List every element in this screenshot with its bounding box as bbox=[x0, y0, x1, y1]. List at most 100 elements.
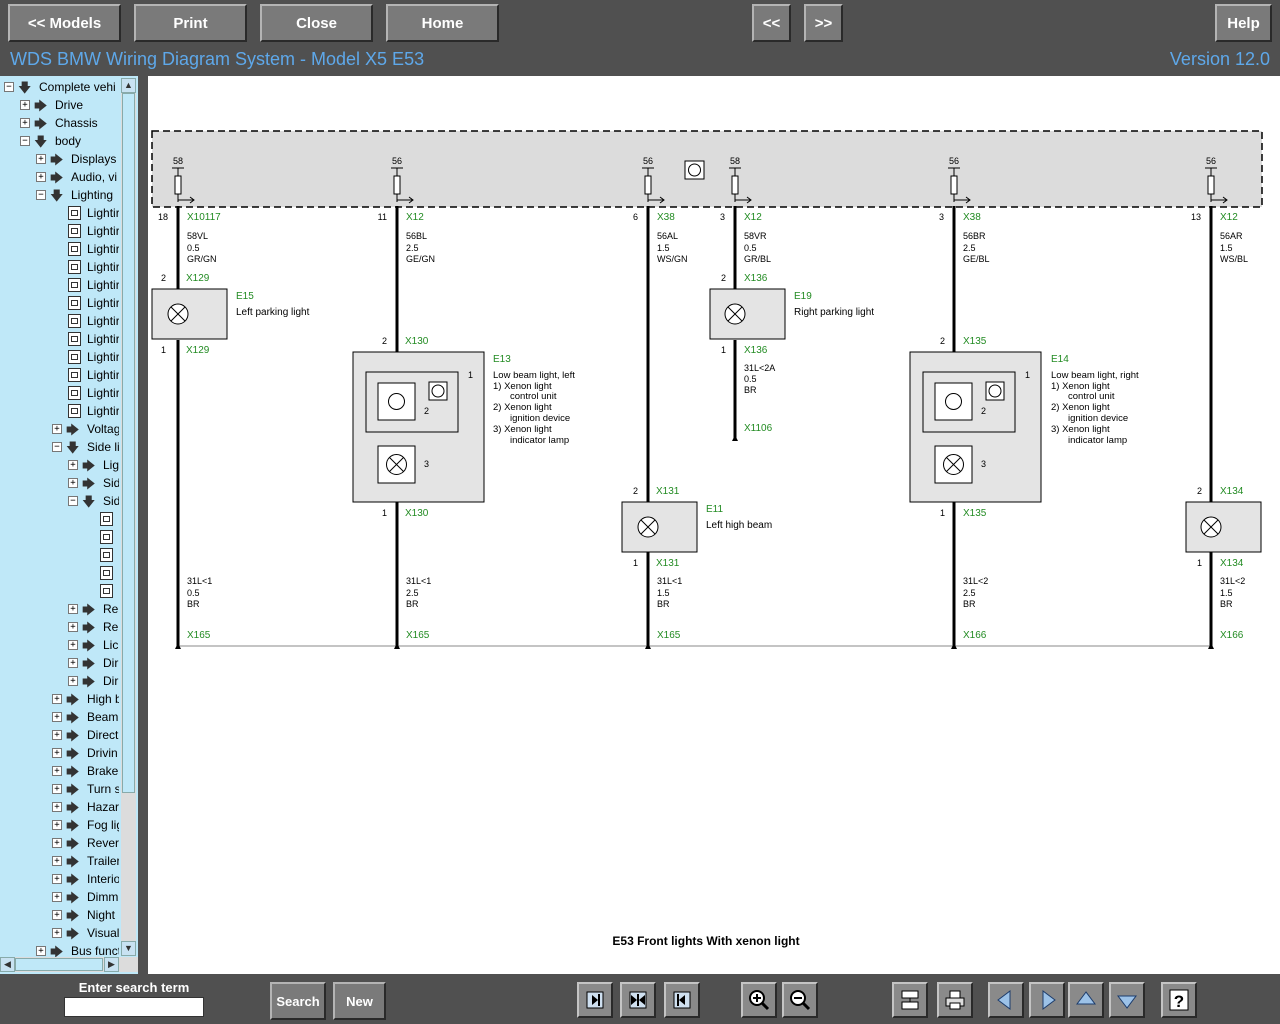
expand-icon[interactable]: + bbox=[52, 856, 62, 866]
fuse-rating: 56 bbox=[392, 156, 402, 166]
diagram-icon bbox=[68, 368, 81, 382]
tree-label: Lighting bbox=[71, 188, 114, 202]
pin-label: 1 bbox=[1025, 370, 1030, 380]
pin-label: 2 bbox=[424, 406, 429, 416]
help-icon-button[interactable]: ? bbox=[1161, 982, 1197, 1018]
collapse-icon[interactable]: − bbox=[4, 82, 14, 92]
fit-page-button[interactable] bbox=[620, 982, 656, 1018]
wire-code: 31L<1 bbox=[406, 576, 431, 586]
expand-icon[interactable]: + bbox=[52, 784, 62, 794]
previous-button[interactable]: << bbox=[752, 4, 791, 42]
scroll-right-icon[interactable]: ▶ bbox=[104, 957, 119, 972]
component-x134-lamp[interactable]: 2 X134 1 X134 bbox=[1185, 486, 1262, 569]
expand-icon[interactable]: + bbox=[68, 604, 78, 614]
scroll-thumb[interactable] bbox=[122, 93, 135, 793]
tree-label: Lightir bbox=[87, 314, 119, 328]
expand-icon[interactable]: + bbox=[52, 802, 62, 812]
collapse-icon[interactable]: − bbox=[20, 136, 30, 146]
expand-icon[interactable]: + bbox=[52, 838, 62, 848]
pin-label: 2 bbox=[161, 273, 166, 283]
expand-icon[interactable]: + bbox=[68, 640, 78, 650]
connector-label: X12 bbox=[1220, 212, 1238, 223]
first-page-button[interactable] bbox=[577, 982, 613, 1018]
tree-vertical-scrollbar[interactable]: ▲ ▼ bbox=[121, 78, 136, 956]
close-button[interactable]: Close bbox=[260, 4, 373, 42]
expand-icon[interactable]: + bbox=[68, 658, 78, 668]
last-page-button[interactable] bbox=[664, 982, 700, 1018]
expand-icon[interactable]: + bbox=[52, 712, 62, 722]
component-e13-low-beam-left[interactable]: 1 2 3 2 X130 1 X130 E13 Low beam light, … bbox=[352, 336, 575, 519]
expand-icon[interactable]: + bbox=[36, 172, 46, 182]
models-button[interactable]: << Models bbox=[8, 4, 121, 42]
expand-icon[interactable]: + bbox=[68, 622, 78, 632]
connector-label: X12 bbox=[406, 212, 424, 223]
tree-label: Re bbox=[103, 620, 119, 634]
help-button[interactable]: Help bbox=[1215, 4, 1272, 42]
diagram-icon bbox=[68, 350, 81, 364]
arrow-left-button[interactable] bbox=[988, 982, 1024, 1018]
expand-icon[interactable]: + bbox=[36, 946, 46, 956]
diagram-icon bbox=[68, 242, 81, 256]
component-e14-low-beam-right[interactable]: 1 2 3 2 X135 1 X135 E14 Low beam light, … bbox=[909, 336, 1139, 519]
pin-label: 2 bbox=[940, 336, 945, 346]
search-input[interactable] bbox=[64, 997, 204, 1017]
document-icon bbox=[100, 584, 113, 598]
tree-label: Complete vehi bbox=[39, 80, 116, 94]
print-page-button[interactable] bbox=[937, 982, 973, 1018]
collapse-icon[interactable]: − bbox=[52, 442, 62, 452]
arrow-right-button[interactable] bbox=[1029, 982, 1065, 1018]
next-button[interactable]: >> bbox=[804, 4, 843, 42]
fuse-icon bbox=[174, 175, 182, 195]
expand-icon[interactable]: + bbox=[68, 676, 78, 686]
legend-line: 3) Xenon light bbox=[1051, 424, 1110, 435]
expand-icon[interactable]: + bbox=[20, 118, 30, 128]
collapse-icon[interactable]: − bbox=[36, 190, 46, 200]
expand-icon[interactable]: + bbox=[52, 910, 62, 920]
expand-icon[interactable]: + bbox=[68, 478, 78, 488]
expand-icon[interactable]: + bbox=[68, 460, 78, 470]
expand-icon[interactable]: + bbox=[36, 154, 46, 164]
arrow-up-button[interactable] bbox=[1068, 982, 1104, 1018]
tree-label: Interio bbox=[87, 872, 119, 886]
expand-icon[interactable]: + bbox=[52, 424, 62, 434]
expand-icon[interactable]: + bbox=[52, 874, 62, 884]
component-e11-left-high-beam[interactable]: 2 X131 1 X131 E11 Left high beam bbox=[621, 486, 772, 569]
overview-button[interactable] bbox=[892, 982, 928, 1018]
home-button[interactable]: Home bbox=[386, 4, 499, 42]
new-button[interactable]: New bbox=[333, 982, 386, 1020]
wire-size: 1.5 bbox=[1220, 243, 1233, 253]
expand-icon[interactable]: + bbox=[52, 748, 62, 758]
fuse-rating: 56 bbox=[949, 156, 959, 166]
wire-size: 2.5 bbox=[963, 243, 976, 253]
expand-icon[interactable]: + bbox=[52, 766, 62, 776]
expand-icon[interactable]: + bbox=[52, 892, 62, 902]
expand-icon[interactable]: + bbox=[52, 820, 62, 830]
zoom-out-icon bbox=[790, 990, 811, 1011]
zoom-out-button[interactable] bbox=[782, 982, 818, 1018]
pin-label: 1 bbox=[721, 345, 726, 355]
connector-label: X12 bbox=[744, 212, 762, 223]
wire-color: WS/BL bbox=[1220, 254, 1248, 264]
component-id: E13 bbox=[493, 354, 511, 365]
scroll-left-icon[interactable]: ◀ bbox=[0, 957, 15, 972]
tree-horizontal-scrollbar[interactable]: ◀ ▶ bbox=[0, 957, 138, 972]
scroll-down-icon[interactable]: ▼ bbox=[121, 941, 136, 956]
connector-label: X166 bbox=[1220, 630, 1244, 641]
search-button[interactable]: Search bbox=[270, 982, 326, 1020]
expand-icon[interactable]: + bbox=[52, 730, 62, 740]
expand-icon[interactable]: + bbox=[52, 694, 62, 704]
zoom-in-button[interactable] bbox=[741, 982, 777, 1018]
wire-code: 58VR bbox=[744, 231, 767, 241]
scroll-up-icon[interactable]: ▲ bbox=[121, 78, 136, 93]
expand-icon[interactable]: + bbox=[52, 928, 62, 938]
print-button[interactable]: Print bbox=[134, 4, 247, 42]
wire-color: BR bbox=[406, 599, 419, 609]
wire-color: BR bbox=[657, 599, 670, 609]
component-e15-left-parking-light[interactable]: 2 X129 1 X129 E15 Left parking light bbox=[151, 273, 310, 356]
scroll-thumb[interactable] bbox=[15, 958, 103, 971]
expand-icon[interactable]: + bbox=[20, 100, 30, 110]
collapse-icon[interactable]: − bbox=[68, 496, 78, 506]
arrow-down-button[interactable] bbox=[1109, 982, 1145, 1018]
pin-label: 3 bbox=[720, 212, 725, 222]
component-id: E19 bbox=[794, 291, 812, 302]
